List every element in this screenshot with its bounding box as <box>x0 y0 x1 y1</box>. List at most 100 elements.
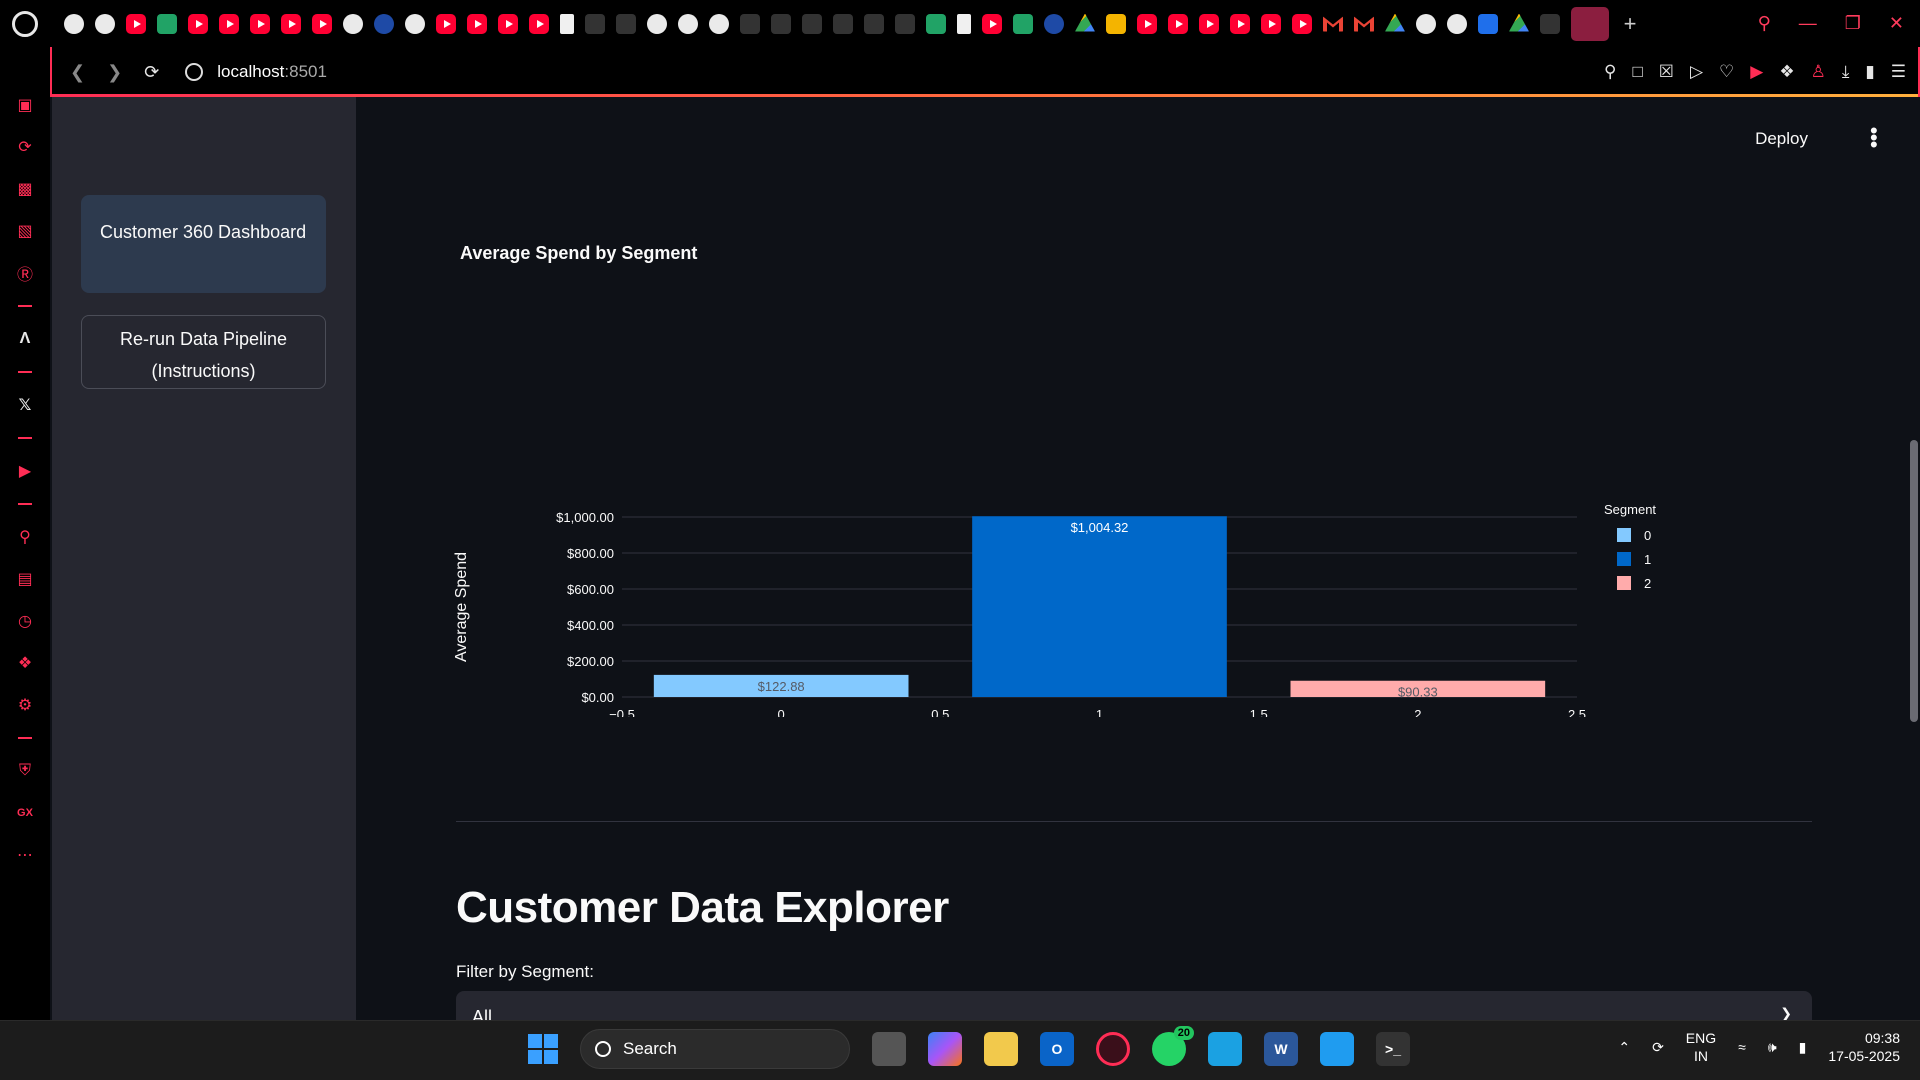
pin-icon[interactable]: ⚲ <box>14 527 36 547</box>
tab-site-icon[interactable] <box>833 13 853 34</box>
sync-icon[interactable]: ⟳ <box>1652 1039 1664 1056</box>
copilot-icon[interactable] <box>928 1032 962 1066</box>
terminal-icon[interactable]: >_ <box>1376 1032 1410 1066</box>
player-icon[interactable]: ▶ <box>14 461 36 481</box>
easy-setup-icon[interactable]: ☰ <box>1891 62 1906 82</box>
history-icon[interactable]: ◷ <box>14 611 36 631</box>
tab-youtube-icon[interactable] <box>529 13 549 34</box>
tab-unstop-icon[interactable] <box>374 13 394 34</box>
snapshot-icon[interactable]: □ <box>1632 62 1642 82</box>
tab-gmail-icon[interactable] <box>1323 16 1343 32</box>
word-icon[interactable]: W <box>1264 1032 1298 1066</box>
opera-menu-icon[interactable] <box>0 0 50 47</box>
vpn-shield-icon[interactable]: ⛨ <box>14 761 36 781</box>
tab-youtube-icon[interactable] <box>188 13 208 34</box>
tab-site-icon[interactable] <box>864 13 884 34</box>
site-info-globe-icon[interactable] <box>185 63 204 81</box>
bot-icon[interactable]: ▩ <box>14 179 36 199</box>
tab-youtube-icon[interactable] <box>126 13 146 34</box>
x-icon[interactable]: 𝕏 <box>14 395 36 415</box>
tab-google-icon[interactable] <box>709 13 729 34</box>
gx-icon[interactable]: GX <box>14 803 36 823</box>
search-tabs-icon[interactable]: ⚲ <box>1758 13 1771 34</box>
tab-google-icon[interactable] <box>343 13 363 34</box>
chevron-down-icon[interactable]: ❯ <box>1780 1005 1792 1020</box>
windows-start-icon[interactable] <box>528 1034 558 1064</box>
tab-youtube-icon[interactable] <box>982 13 1002 34</box>
show-hidden-icons-chevron-icon[interactable]: ⌃ <box>1618 1039 1630 1056</box>
vscode-icon[interactable] <box>1320 1032 1354 1066</box>
language-indicator[interactable]: ENG IN <box>1686 1029 1716 1065</box>
volume-icon[interactable]: 🕪 <box>1768 1039 1777 1056</box>
tab-youtube-icon[interactable] <box>1168 13 1188 34</box>
restore-icon[interactable]: ❐ <box>1845 13 1861 34</box>
tab-site-icon[interactable] <box>895 13 915 34</box>
download-icon[interactable]: ⤓ <box>1842 62 1850 82</box>
file-explorer-icon[interactable] <box>984 1032 1018 1066</box>
pin-page-icon[interactable]: ⚲ <box>1604 62 1616 82</box>
wifi-icon[interactable]: ≈ <box>1738 1039 1746 1055</box>
back-arrow-icon[interactable]: ❮ <box>70 62 85 83</box>
tab-youtube-icon[interactable] <box>281 13 301 34</box>
extensions-puzzle-icon[interactable]: ❖ <box>1779 62 1794 82</box>
settings-icon[interactable]: ⚙ <box>14 695 36 715</box>
speed-dial-icon[interactable]: ⟳ <box>14 137 36 157</box>
tab-image-icon[interactable] <box>647 13 667 34</box>
tab-youtube-icon[interactable] <box>467 13 487 34</box>
tab-sheets-icon[interactable] <box>926 13 946 34</box>
adblock-icon[interactable]: ☒ <box>1659 62 1674 82</box>
clock[interactable]: 09:38 17-05-2025 <box>1828 1029 1900 1065</box>
tab-globe-icon[interactable] <box>95 13 115 34</box>
tabs-icon[interactable]: ▤ <box>14 569 36 589</box>
account-icon[interactable]: ♙ <box>1811 62 1826 82</box>
tab-site-icon[interactable] <box>585 13 605 34</box>
tab-sheets-icon[interactable] <box>157 13 177 34</box>
task-view-icon[interactable] <box>872 1032 906 1066</box>
tab-drive-icon[interactable] <box>1509 13 1529 32</box>
video-pop-out-icon[interactable]: ▶ <box>1750 62 1763 82</box>
tab-youtube-icon[interactable] <box>1199 13 1219 34</box>
close-window-icon[interactable]: ✕ <box>1889 13 1904 34</box>
m-icon[interactable]: Ⓡ <box>14 263 36 284</box>
kebab-menu-icon[interactable]: • • • <box>1870 120 1878 156</box>
taskbar-search[interactable]: Search <box>580 1029 850 1069</box>
segment-filter-select[interactable]: All ❯ <box>456 991 1812 1020</box>
tab-sheets-icon[interactable] <box>1013 13 1033 34</box>
sidebar-nav-customer-360[interactable]: Customer 360 Dashboard <box>81 195 326 293</box>
notepad-icon[interactable] <box>1208 1032 1242 1066</box>
tab-streamlit-icon[interactable] <box>1540 13 1560 34</box>
tab-youtube-icon[interactable] <box>436 13 456 34</box>
forward-arrow-icon[interactable]: ❯ <box>107 62 122 83</box>
tab-document-icon[interactable] <box>560 13 574 34</box>
tab-gmail-icon[interactable] <box>1354 16 1374 32</box>
tab-document-icon[interactable] <box>957 13 971 34</box>
tab-streamlit-active-icon[interactable] <box>1571 6 1609 41</box>
aria-icon[interactable]: Λ <box>14 329 36 349</box>
tab-youtube-icon[interactable] <box>1292 13 1312 34</box>
battery-icon[interactable]: ▮ <box>1799 1039 1807 1056</box>
minimize-icon[interactable]: — <box>1799 13 1817 34</box>
tab-drive-icon[interactable] <box>1075 13 1095 32</box>
opera-gx-taskbar-icon[interactable] <box>1096 1032 1130 1066</box>
tab-github-icon[interactable] <box>405 13 425 34</box>
tab-site-icon[interactable] <box>771 13 791 34</box>
tab-drive-icon[interactable] <box>1385 13 1405 32</box>
tab-youtube-icon[interactable] <box>219 13 239 34</box>
tab-youtube-icon[interactable] <box>1230 13 1250 34</box>
heart-icon[interactable]: ♡ <box>1719 62 1734 82</box>
tab-site-icon[interactable] <box>616 13 636 34</box>
new-tab-plus-icon[interactable]: + <box>1620 11 1640 36</box>
deploy-button[interactable]: Deploy <box>1755 129 1808 149</box>
outlook-icon[interactable]: O <box>1040 1032 1074 1066</box>
extensions-icon[interactable]: ❖ <box>14 653 36 673</box>
whatsapp-icon[interactable] <box>1152 1026 1194 1066</box>
tab-image-icon[interactable] <box>678 13 698 34</box>
rerun-pipeline-button[interactable]: Re-run Data Pipeline (Instructions) <box>81 315 326 389</box>
tab-youtube-icon[interactable] <box>250 13 270 34</box>
tab-youtube-icon[interactable] <box>498 13 518 34</box>
tab-youtube-icon[interactable] <box>1137 13 1157 34</box>
reload-icon[interactable]: ⟳ <box>144 62 159 83</box>
battery-saver-icon[interactable]: ▮ <box>1865 62 1874 82</box>
tab-slides-icon[interactable] <box>1106 13 1126 34</box>
gamepad-icon[interactable]: ▣ <box>14 95 36 115</box>
